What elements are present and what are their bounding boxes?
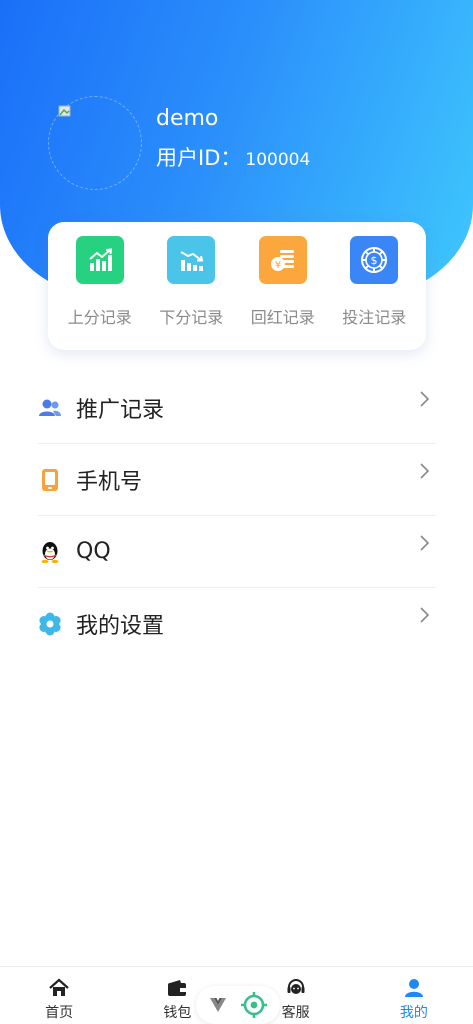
- records-card: 上分记录 下分记录 ¥ 回红记录 $ 投注记录: [48, 222, 426, 350]
- tab-label: 首页: [45, 1005, 74, 1021]
- chevron-right-icon: [420, 535, 430, 551]
- menu-item-label: QQ: [76, 539, 111, 564]
- settings-menu: 推广记录 手机号 QQ 我的设置: [38, 372, 436, 660]
- broken-image-icon: [58, 105, 71, 117]
- target-icon[interactable]: [240, 991, 268, 1019]
- home-icon: [48, 977, 70, 999]
- menu-item-label: 手机号: [76, 469, 143, 495]
- user-icon: [403, 977, 425, 999]
- menu-item-label: 推广记录: [76, 397, 165, 423]
- tab-label: 客服: [281, 1005, 310, 1021]
- chevron-right-icon: [420, 607, 430, 623]
- chart-up-icon: [75, 236, 124, 284]
- dollar-chip-icon: $: [350, 236, 399, 284]
- menu-item-qq[interactable]: QQ: [38, 516, 436, 588]
- record-item-rebate[interactable]: ¥ 回红记录: [238, 236, 328, 350]
- record-item-bet[interactable]: $ 投注记录: [329, 236, 419, 350]
- menu-item-promotion[interactable]: 推广记录: [38, 372, 436, 444]
- tab-label: 钱包: [163, 1005, 192, 1021]
- user-id: 用户ID： 100004: [156, 142, 310, 172]
- coins-icon: ¥: [258, 236, 307, 284]
- record-item-deposit[interactable]: 上分记录: [55, 236, 145, 350]
- menu-item-settings[interactable]: 我的设置: [38, 588, 436, 660]
- avatar[interactable]: [48, 96, 142, 190]
- record-label: 回红记录: [250, 308, 315, 327]
- record-label: 投注记录: [342, 308, 407, 327]
- qq-penguin-icon: [38, 540, 62, 564]
- chart-down-icon: [167, 236, 216, 284]
- svg-text:$: $: [371, 254, 378, 267]
- chevron-right-icon: [420, 391, 430, 407]
- tab-label: 我的: [399, 1005, 428, 1021]
- settings-flower-icon: [38, 612, 62, 636]
- record-item-withdraw[interactable]: 下分记录: [146, 236, 236, 350]
- vue-logo-icon[interactable]: [209, 997, 227, 1013]
- headset-icon: [285, 977, 307, 999]
- record-label: 下分记录: [159, 308, 224, 327]
- user-id-label: 用户ID：: [156, 146, 242, 170]
- record-label: 上分记录: [67, 308, 132, 327]
- wallet-icon: [166, 977, 188, 999]
- username: demo: [156, 106, 219, 131]
- tab-mine[interactable]: 我的: [355, 967, 473, 1024]
- menu-item-label: 我的设置: [76, 614, 165, 639]
- user-id-value: 100004: [245, 150, 311, 170]
- tab-home[interactable]: 首页: [0, 967, 118, 1024]
- floating-dev-pill[interactable]: [196, 986, 280, 1024]
- chevron-right-icon: [420, 463, 430, 479]
- svg-text:¥: ¥: [275, 260, 281, 271]
- phone-icon: [38, 468, 62, 492]
- menu-item-phone[interactable]: 手机号: [38, 444, 436, 516]
- users-icon: [38, 396, 62, 420]
